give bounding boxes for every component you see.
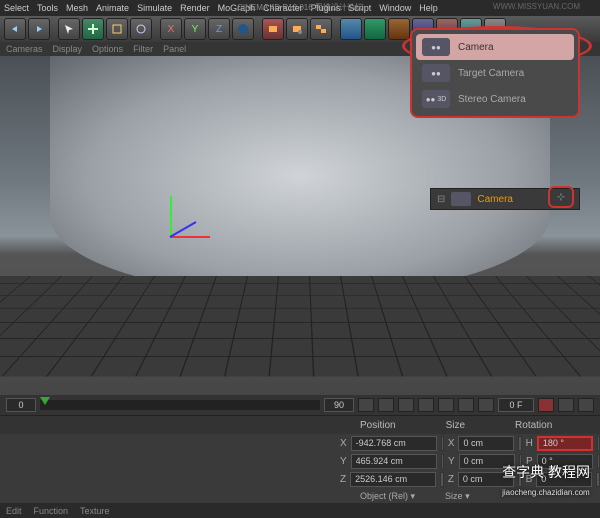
dropdown-label: Target Camera xyxy=(458,68,524,79)
coord-row-x: X X H xyxy=(0,434,600,452)
camera-dropdown: Camera Target Camera Stereo Camera xyxy=(410,28,580,118)
size-x-field[interactable] xyxy=(458,436,514,451)
app-title: CINEMA 4D R13.016 思维设计论坛 xyxy=(237,2,363,13)
rot-h-field[interactable] xyxy=(537,436,593,451)
menu-window[interactable]: Window xyxy=(379,3,411,13)
menu-simulate[interactable]: Simulate xyxy=(137,3,172,13)
axis-y-icon xyxy=(170,196,172,236)
coord-system-button[interactable] xyxy=(232,18,254,40)
col-size: Size xyxy=(446,420,465,431)
next-frame-button[interactable] xyxy=(438,398,454,412)
dropdown-item-target-camera[interactable]: Target Camera xyxy=(416,60,574,86)
pos-y-field[interactable] xyxy=(351,454,437,469)
camera-object-icon xyxy=(451,192,471,206)
dropdown-item-camera[interactable]: Camera xyxy=(416,34,574,60)
vp-options[interactable]: Options xyxy=(92,44,123,54)
label-h: H xyxy=(526,438,533,449)
menu-tools[interactable]: Tools xyxy=(37,3,58,13)
scale-tool[interactable] xyxy=(106,18,128,40)
menu-mesh[interactable]: Mesh xyxy=(66,3,88,13)
rotate-tool[interactable] xyxy=(130,18,152,40)
axis-y-toggle[interactable]: Y xyxy=(184,18,206,40)
menu-render[interactable]: Render xyxy=(180,3,210,13)
timeline-end-field[interactable] xyxy=(324,398,354,412)
playhead-icon[interactable] xyxy=(40,397,50,405)
current-frame-field[interactable] xyxy=(498,398,534,412)
pos-x-field[interactable] xyxy=(351,436,437,451)
dropdown-label: Camera xyxy=(458,42,494,53)
spinner[interactable] xyxy=(441,436,444,451)
tab-texture[interactable]: Texture xyxy=(80,506,110,516)
target-camera-icon xyxy=(422,64,450,82)
watermark: 查字典 教程网 jiaocheng.chazidian.com xyxy=(502,462,590,498)
goto-start-button[interactable] xyxy=(358,398,374,412)
vp-panel[interactable]: Panel xyxy=(163,44,186,54)
keyframe-options-button[interactable] xyxy=(578,398,594,412)
prev-key-button[interactable] xyxy=(378,398,394,412)
axis-z-toggle[interactable]: Z xyxy=(208,18,230,40)
menu-help[interactable]: Help xyxy=(419,3,438,13)
axis-x-toggle[interactable]: X xyxy=(160,18,182,40)
label-sx: X xyxy=(448,438,455,449)
label-sy: Y xyxy=(448,456,455,467)
tab-function[interactable]: Function xyxy=(34,506,69,516)
timeline-track[interactable] xyxy=(40,400,320,410)
tab-edit[interactable]: Edit xyxy=(6,506,22,516)
vp-cameras[interactable]: Cameras xyxy=(6,44,43,54)
select-tool[interactable] xyxy=(58,18,80,40)
next-key-button[interactable] xyxy=(458,398,474,412)
vp-filter[interactable]: Filter xyxy=(133,44,153,54)
render-settings-button[interactable] xyxy=(286,18,308,40)
timeline-start-field[interactable] xyxy=(6,398,36,412)
menu-animate[interactable]: Animate xyxy=(96,3,129,13)
label-sz: Z xyxy=(448,474,454,485)
floor-grid xyxy=(0,276,600,376)
move-tool[interactable] xyxy=(82,18,104,40)
dropdown-label: Stereo Camera xyxy=(458,94,526,105)
label-x: X xyxy=(340,438,347,449)
render-queue-button[interactable] xyxy=(310,18,332,40)
menu-select[interactable]: Select xyxy=(4,3,29,13)
redo-button[interactable] xyxy=(28,18,50,40)
vp-display[interactable]: Display xyxy=(53,44,83,54)
label-z: Z xyxy=(340,474,346,485)
label-y: Y xyxy=(340,456,347,467)
coord-mode-dropdown[interactable]: Object (Rel) ▾ xyxy=(360,491,415,502)
prev-frame-button[interactable] xyxy=(398,398,414,412)
play-button[interactable] xyxy=(418,398,434,412)
object-tag-button[interactable]: ⊹ xyxy=(548,186,574,208)
record-button[interactable] xyxy=(538,398,554,412)
spinner[interactable] xyxy=(441,454,444,469)
render-view-button[interactable] xyxy=(262,18,284,40)
autokey-button[interactable] xyxy=(558,398,574,412)
spinner[interactable] xyxy=(518,436,521,451)
pos-z-field[interactable] xyxy=(350,472,436,487)
undo-button[interactable] xyxy=(4,18,26,40)
spline-button[interactable] xyxy=(364,18,386,40)
spinner[interactable] xyxy=(596,472,600,487)
size-mode-dropdown[interactable]: Size ▾ xyxy=(445,491,470,502)
spinner[interactable] xyxy=(440,472,444,487)
crosshair-icon: ⊹ xyxy=(557,192,565,203)
dropdown-item-stereo-camera[interactable]: Stereo Camera xyxy=(416,86,574,112)
axis-x-icon xyxy=(170,236,210,238)
bottom-tabs: Edit Function Texture xyxy=(0,503,600,518)
primitive-button[interactable] xyxy=(340,18,362,40)
timeline xyxy=(0,395,600,415)
object-label: Camera xyxy=(477,194,513,205)
col-position: Position xyxy=(360,420,396,431)
nurbs-button[interactable] xyxy=(388,18,410,40)
col-rotation: Rotation xyxy=(515,420,552,431)
stereo-camera-icon xyxy=(422,90,450,108)
watermark-url: WWW.MISSYUAN.COM xyxy=(493,2,580,11)
goto-end-button[interactable] xyxy=(478,398,494,412)
camera-icon xyxy=(422,38,450,56)
